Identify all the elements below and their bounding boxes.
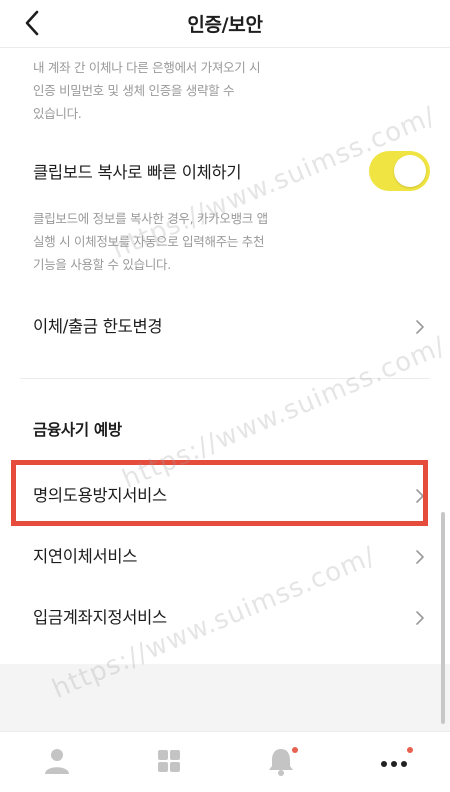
bottom-spacer [0,664,450,731]
page-title: 인증/보안 [187,14,263,36]
designated-account-label: 입금계좌지정서비스 [33,608,167,627]
section-divider [20,378,430,379]
bottom-tab-bar [0,731,450,792]
auth-description-line: 있습니다. [33,106,82,121]
watermark: https://www.suimss.com/ [117,331,450,495]
clipboard-description-line: 클립보드에 정보를 복사한 경우, 카카오뱅크 앱 [33,211,268,226]
notification-badge [292,747,298,753]
chevron-right-icon [414,549,426,565]
auth-description-line: 내 계좌 간 이체나 다른 은행에서 가져오기 시 [33,60,261,75]
limit-change-label: 이체/출금 한도변경 [33,317,163,336]
person-icon[interactable] [37,744,77,780]
delayed-transfer-label: 지연이체서비스 [33,547,138,566]
fraud-prevention-section-title: 금융사기 예방 [33,421,122,439]
auth-description: 내 계좌 간 이체나 다른 은행에서 가져오기 시 인증 비밀번호 및 생체 인… [33,56,323,125]
clipboard-transfer-label: 클립보드 복사로 빠른 이체하기 [33,163,242,182]
chevron-right-icon [414,319,426,335]
toggle-knob [394,155,426,187]
auth-description-line: 인증 비밀번호 및 생체 인증을 생략할 수 [33,83,235,98]
chevron-right-icon [414,488,426,504]
clipboard-description-line: 기능을 사용할 수 있습니다. [33,257,171,272]
bell-icon[interactable] [261,744,301,780]
notification-badge [407,747,413,753]
clipboard-transfer-toggle[interactable] [369,151,430,191]
scrollbar[interactable] [441,512,445,724]
settings-content[interactable]: 내 계좌 간 이체나 다른 은행에서 가져오기 시 인증 비밀번호 및 생체 인… [0,48,450,731]
more-dots-icon[interactable] [374,744,414,780]
header: 인증/보안 [0,0,450,48]
chevron-right-icon [414,610,426,626]
clipboard-description: 클립보드에 정보를 복사한 경우, 카카오뱅크 앱 실행 시 이체정보를 자동으… [33,207,323,276]
clipboard-description-line: 실행 시 이체정보를 자동으로 입력해주는 추천 [33,234,265,249]
identity-theft-prevention-label: 명의도용방지서비스 [33,486,167,505]
grid-icon[interactable] [149,744,189,780]
